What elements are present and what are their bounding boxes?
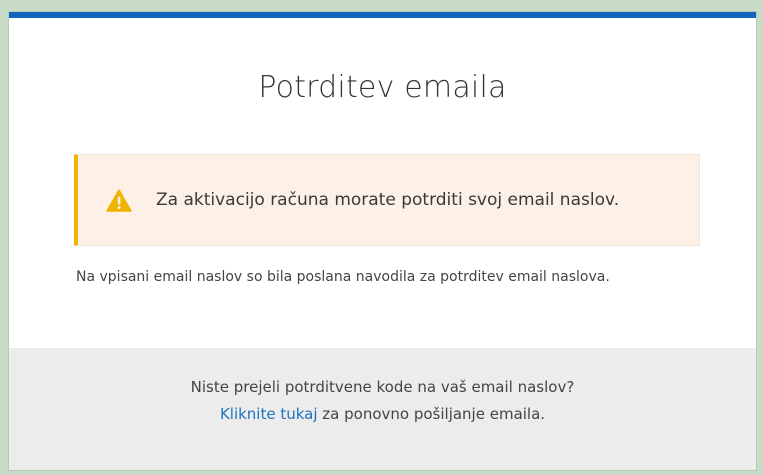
alert-message: Za aktivacijo računa morate potrditi svo… (156, 190, 620, 210)
info-text: Na vpisani email naslov so bila poslana … (76, 269, 610, 285)
resend-line: Kliknite tukaj za ponovno pošiljanje ema… (9, 401, 756, 428)
resend-suffix: za ponovno pošiljanje emaila. (317, 405, 546, 423)
warning-icon (104, 187, 134, 213)
resend-link[interactable]: Kliknite tukaj (220, 405, 318, 423)
page-title: Potrditev emaila (258, 70, 507, 105)
top-accent-bar (9, 12, 756, 18)
warning-alert: Za aktivacijo računa morate potrditi svo… (74, 154, 700, 246)
resend-question: Niste prejeli potrditvene kode na vaš em… (190, 378, 575, 396)
resend-footer: Niste prejeli potrditvene kode na vaš em… (9, 348, 756, 470)
confirmation-card: Potrditev emaila Za aktivacijo računa mo… (8, 11, 757, 471)
